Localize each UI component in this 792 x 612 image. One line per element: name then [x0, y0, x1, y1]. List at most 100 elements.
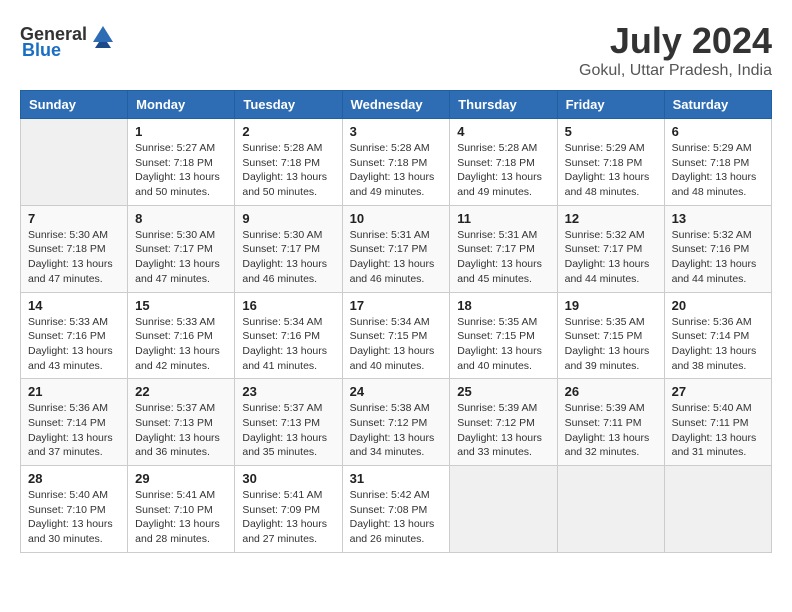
day-number: 14	[28, 298, 120, 313]
day-number: 2	[242, 124, 334, 139]
calendar-cell	[21, 119, 128, 206]
day-number: 4	[457, 124, 549, 139]
cell-info: Sunrise: 5:28 AMSunset: 7:18 PMDaylight:…	[457, 141, 549, 200]
cell-info: Sunrise: 5:30 AMSunset: 7:17 PMDaylight:…	[135, 228, 227, 287]
column-header-monday: Monday	[128, 91, 235, 119]
logo-blue-text: Blue	[22, 40, 61, 61]
column-header-saturday: Saturday	[664, 91, 771, 119]
calendar-cell: 1 Sunrise: 5:27 AMSunset: 7:18 PMDaylight…	[128, 119, 235, 206]
day-number: 28	[28, 471, 120, 486]
day-number: 21	[28, 384, 120, 399]
day-number: 10	[350, 211, 443, 226]
calendar-cell: 29 Sunrise: 5:41 AMSunset: 7:10 PMDayligh…	[128, 466, 235, 553]
calendar-cell: 6 Sunrise: 5:29 AMSunset: 7:18 PMDaylight…	[664, 119, 771, 206]
header: General Blue July 2024 Gokul, Uttar Prad…	[20, 20, 772, 80]
week-row-2: 7 Sunrise: 5:30 AMSunset: 7:18 PMDaylight…	[21, 205, 772, 292]
cell-info: Sunrise: 5:31 AMSunset: 7:17 PMDaylight:…	[350, 228, 443, 287]
day-number: 25	[457, 384, 549, 399]
calendar-cell	[557, 466, 664, 553]
calendar-cell: 10 Sunrise: 5:31 AMSunset: 7:17 PMDayligh…	[342, 205, 450, 292]
calendar-cell: 9 Sunrise: 5:30 AMSunset: 7:17 PMDaylight…	[235, 205, 342, 292]
day-number: 16	[242, 298, 334, 313]
week-row-3: 14 Sunrise: 5:33 AMSunset: 7:16 PMDayligh…	[21, 292, 772, 379]
cell-info: Sunrise: 5:27 AMSunset: 7:18 PMDaylight:…	[135, 141, 227, 200]
cell-info: Sunrise: 5:28 AMSunset: 7:18 PMDaylight:…	[350, 141, 443, 200]
cell-info: Sunrise: 5:37 AMSunset: 7:13 PMDaylight:…	[242, 401, 334, 460]
day-number: 24	[350, 384, 443, 399]
cell-info: Sunrise: 5:33 AMSunset: 7:16 PMDaylight:…	[28, 315, 120, 374]
day-number: 29	[135, 471, 227, 486]
calendar-table: SundayMondayTuesdayWednesdayThursdayFrid…	[20, 90, 772, 553]
cell-info: Sunrise: 5:34 AMSunset: 7:15 PMDaylight:…	[350, 315, 443, 374]
cell-info: Sunrise: 5:35 AMSunset: 7:15 PMDaylight:…	[565, 315, 657, 374]
day-number: 19	[565, 298, 657, 313]
calendar-cell: 12 Sunrise: 5:32 AMSunset: 7:17 PMDayligh…	[557, 205, 664, 292]
calendar-subtitle: Gokul, Uttar Pradesh, India	[579, 62, 772, 80]
cell-info: Sunrise: 5:35 AMSunset: 7:15 PMDaylight:…	[457, 315, 549, 374]
calendar-cell: 23 Sunrise: 5:37 AMSunset: 7:13 PMDayligh…	[235, 379, 342, 466]
cell-info: Sunrise: 5:29 AMSunset: 7:18 PMDaylight:…	[672, 141, 764, 200]
day-number: 17	[350, 298, 443, 313]
cell-info: Sunrise: 5:30 AMSunset: 7:18 PMDaylight:…	[28, 228, 120, 287]
calendar-cell: 3 Sunrise: 5:28 AMSunset: 7:18 PMDaylight…	[342, 119, 450, 206]
day-number: 6	[672, 124, 764, 139]
logo-icon	[89, 20, 117, 48]
cell-info: Sunrise: 5:34 AMSunset: 7:16 PMDaylight:…	[242, 315, 334, 374]
calendar-cell: 4 Sunrise: 5:28 AMSunset: 7:18 PMDaylight…	[450, 119, 557, 206]
calendar-cell	[450, 466, 557, 553]
cell-info: Sunrise: 5:33 AMSunset: 7:16 PMDaylight:…	[135, 315, 227, 374]
day-number: 12	[565, 211, 657, 226]
cell-info: Sunrise: 5:42 AMSunset: 7:08 PMDaylight:…	[350, 488, 443, 547]
cell-info: Sunrise: 5:32 AMSunset: 7:16 PMDaylight:…	[672, 228, 764, 287]
cell-info: Sunrise: 5:39 AMSunset: 7:12 PMDaylight:…	[457, 401, 549, 460]
calendar-cell: 24 Sunrise: 5:38 AMSunset: 7:12 PMDayligh…	[342, 379, 450, 466]
cell-info: Sunrise: 5:31 AMSunset: 7:17 PMDaylight:…	[457, 228, 549, 287]
cell-info: Sunrise: 5:36 AMSunset: 7:14 PMDaylight:…	[672, 315, 764, 374]
calendar-cell: 8 Sunrise: 5:30 AMSunset: 7:17 PMDaylight…	[128, 205, 235, 292]
day-number: 30	[242, 471, 334, 486]
calendar-cell: 25 Sunrise: 5:39 AMSunset: 7:12 PMDayligh…	[450, 379, 557, 466]
calendar-cell: 22Sunrise: 5:37 AMSunset: 7:13 PMDayligh…	[128, 379, 235, 466]
calendar-cell: 21Sunrise: 5:36 AMSunset: 7:14 PMDayligh…	[21, 379, 128, 466]
day-number: 5	[565, 124, 657, 139]
day-number: 9	[242, 211, 334, 226]
column-header-thursday: Thursday	[450, 91, 557, 119]
cell-info: Sunrise: 5:30 AMSunset: 7:17 PMDaylight:…	[242, 228, 334, 287]
cell-info: Sunrise: 5:38 AMSunset: 7:12 PMDaylight:…	[350, 401, 443, 460]
calendar-cell: 13 Sunrise: 5:32 AMSunset: 7:16 PMDayligh…	[664, 205, 771, 292]
day-number: 13	[672, 211, 764, 226]
day-number: 31	[350, 471, 443, 486]
day-number: 20	[672, 298, 764, 313]
calendar-cell: 16 Sunrise: 5:34 AMSunset: 7:16 PMDayligh…	[235, 292, 342, 379]
day-number: 8	[135, 211, 227, 226]
calendar-cell: 18 Sunrise: 5:35 AMSunset: 7:15 PMDayligh…	[450, 292, 557, 379]
calendar-cell	[664, 466, 771, 553]
calendar-cell: 27Sunrise: 5:40 AMSunset: 7:11 PMDayligh…	[664, 379, 771, 466]
week-row-5: 28 Sunrise: 5:40 AMSunset: 7:10 PMDayligh…	[21, 466, 772, 553]
cell-info: Sunrise: 5:41 AMSunset: 7:10 PMDaylight:…	[135, 488, 227, 547]
column-header-friday: Friday	[557, 91, 664, 119]
calendar-cell: 26Sunrise: 5:39 AMSunset: 7:11 PMDayligh…	[557, 379, 664, 466]
day-number: 23	[242, 384, 334, 399]
day-number: 11	[457, 211, 549, 226]
day-number: 18	[457, 298, 549, 313]
calendar-cell: 17 Sunrise: 5:34 AMSunset: 7:15 PMDayligh…	[342, 292, 450, 379]
calendar-cell: 5Sunrise: 5:29 AMSunset: 7:18 PMDaylight…	[557, 119, 664, 206]
calendar-cell: 20 Sunrise: 5:36 AMSunset: 7:14 PMDayligh…	[664, 292, 771, 379]
cell-info: Sunrise: 5:32 AMSunset: 7:17 PMDaylight:…	[565, 228, 657, 287]
calendar-cell: 19 Sunrise: 5:35 AMSunset: 7:15 PMDayligh…	[557, 292, 664, 379]
calendar-cell: 2Sunrise: 5:28 AMSunset: 7:18 PMDaylight…	[235, 119, 342, 206]
calendar-cell: 7 Sunrise: 5:30 AMSunset: 7:18 PMDaylight…	[21, 205, 128, 292]
calendar-cell: 11 Sunrise: 5:31 AMSunset: 7:17 PMDayligh…	[450, 205, 557, 292]
column-header-tuesday: Tuesday	[235, 91, 342, 119]
calendar-title: July 2024	[579, 20, 772, 62]
week-row-1: 1 Sunrise: 5:27 AMSunset: 7:18 PMDaylight…	[21, 119, 772, 206]
day-number: 1	[135, 124, 227, 139]
day-number: 7	[28, 211, 120, 226]
cell-info: Sunrise: 5:41 AMSunset: 7:09 PMDaylight:…	[242, 488, 334, 547]
cell-info: Sunrise: 5:40 AMSunset: 7:10 PMDaylight:…	[28, 488, 120, 547]
day-number: 3	[350, 124, 443, 139]
calendar-cell: 30 Sunrise: 5:41 AMSunset: 7:09 PMDayligh…	[235, 466, 342, 553]
column-header-wednesday: Wednesday	[342, 91, 450, 119]
cell-info: Sunrise: 5:39 AMSunset: 7:11 PMDaylight:…	[565, 401, 657, 460]
